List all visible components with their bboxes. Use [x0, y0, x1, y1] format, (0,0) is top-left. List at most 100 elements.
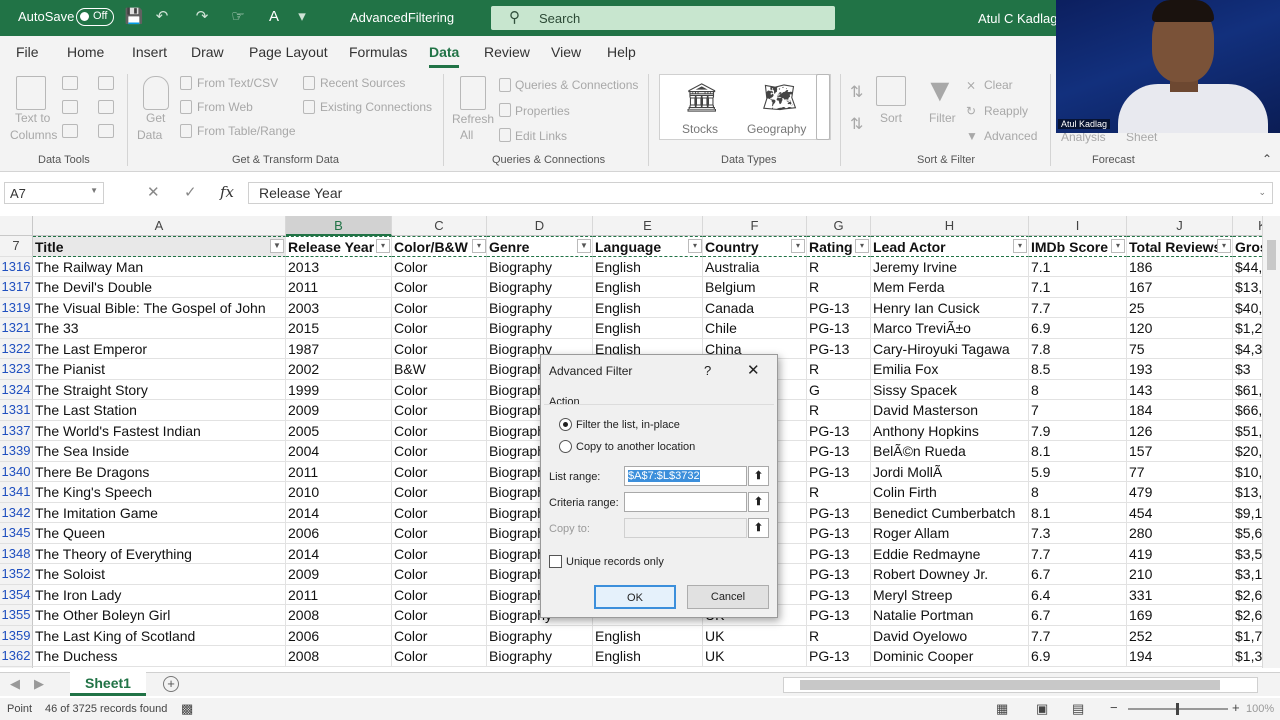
- row-number[interactable]: 7: [0, 236, 33, 257]
- table-cell[interactable]: Dominic Cooper: [871, 646, 1029, 667]
- option-copy-to-location[interactable]: Copy to another location: [576, 441, 695, 453]
- table-cell[interactable]: 2003: [286, 297, 392, 318]
- undo-icon[interactable]: ↶: [152, 7, 172, 27]
- tab-view[interactable]: View: [551, 44, 581, 60]
- table-cell[interactable]: 126: [1127, 420, 1233, 441]
- column-header-e[interactable]: E: [593, 216, 703, 236]
- unique-records-checkbox[interactable]: [549, 555, 562, 568]
- radio-copy-to-location[interactable]: [559, 440, 572, 453]
- table-cell[interactable]: Color: [392, 502, 487, 523]
- cancel-icon[interactable]: ✕: [147, 183, 160, 201]
- filter-dropdown-icon[interactable]: ▾: [1217, 239, 1231, 253]
- table-cell[interactable]: The Duchess: [33, 646, 286, 667]
- edit-links-button[interactable]: Edit Links: [515, 129, 567, 143]
- table-cell[interactable]: The World's Fastest Indian: [33, 420, 286, 441]
- header-cell[interactable]: Language: [593, 236, 703, 257]
- header-cell[interactable]: Title: [33, 236, 286, 257]
- list-range-input[interactable]: $A$7:$L$3732: [624, 466, 747, 486]
- table-cell[interactable]: Color: [392, 482, 487, 503]
- table-cell[interactable]: 75: [1127, 338, 1233, 359]
- table-cell[interactable]: 194: [1127, 646, 1233, 667]
- manage-data-model-icon[interactable]: [98, 124, 114, 138]
- table-cell[interactable]: 2015: [286, 318, 392, 339]
- table-cell[interactable]: 157: [1127, 441, 1233, 462]
- table-cell[interactable]: Emilia Fox: [871, 359, 1029, 380]
- table-cell[interactable]: R: [807, 256, 871, 277]
- cancel-button[interactable]: Cancel: [687, 585, 769, 609]
- clear-button[interactable]: Clear: [984, 78, 1013, 92]
- text-to-columns-label-2[interactable]: Columns: [10, 128, 57, 142]
- table-cell[interactable]: 6.7: [1029, 605, 1127, 626]
- autosave-toggle[interactable]: Off: [76, 8, 114, 26]
- row-number[interactable]: 1348: [0, 543, 33, 564]
- table-cell[interactable]: Color: [392, 379, 487, 400]
- table-cell[interactable]: 7.1: [1029, 277, 1127, 298]
- search-box[interactable]: ⚲ Search: [491, 6, 835, 30]
- table-cell[interactable]: PG-13: [807, 338, 871, 359]
- table-cell[interactable]: English: [593, 297, 703, 318]
- filter-dropdown-icon[interactable]: ▾: [688, 239, 702, 253]
- filter-dropdown-icon[interactable]: ▾: [376, 239, 390, 253]
- tab-insert[interactable]: Insert: [132, 44, 167, 60]
- filter-active-icon[interactable]: ▼: [577, 239, 591, 253]
- remove-duplicates-icon[interactable]: [62, 100, 78, 114]
- insert-function-icon[interactable]: fx: [220, 183, 234, 201]
- tab-review[interactable]: Review: [484, 44, 530, 60]
- table-cell[interactable]: PG-13: [807, 564, 871, 585]
- table-cell[interactable]: 186: [1127, 256, 1233, 277]
- table-cell[interactable]: 6.7: [1029, 564, 1127, 585]
- table-cell[interactable]: The 33: [33, 318, 286, 339]
- touch-mode-icon[interactable]: ☞: [228, 7, 248, 27]
- row-number[interactable]: 1340: [0, 461, 33, 482]
- table-cell[interactable]: Colin Firth: [871, 482, 1029, 503]
- column-header-f[interactable]: F: [703, 216, 807, 236]
- zoom-in-icon[interactable]: +: [1232, 700, 1240, 715]
- column-header-h[interactable]: H: [871, 216, 1029, 236]
- tab-file[interactable]: File: [16, 44, 39, 60]
- page-break-view-icon[interactable]: ▤: [1072, 701, 1084, 717]
- table-cell[interactable]: 8.1: [1029, 441, 1127, 462]
- scrollbar-thumb[interactable]: [1267, 240, 1276, 270]
- table-cell[interactable]: English: [593, 318, 703, 339]
- table-cell[interactable]: 2011: [286, 461, 392, 482]
- sort-button[interactable]: Sort: [880, 111, 902, 125]
- tab-draw[interactable]: Draw: [191, 44, 224, 60]
- tab-page-layout[interactable]: Page Layout: [249, 44, 328, 60]
- page-layout-view-icon[interactable]: ▣: [1036, 701, 1048, 717]
- table-cell[interactable]: The Imitation Game: [33, 502, 286, 523]
- table-cell[interactable]: B&W: [392, 359, 487, 380]
- sort-az-icon[interactable]: ⇅: [850, 82, 863, 102]
- table-cell[interactable]: Color: [392, 523, 487, 544]
- table-cell[interactable]: R: [807, 625, 871, 646]
- table-cell[interactable]: 331: [1127, 584, 1233, 605]
- refresh-all-label-2[interactable]: All: [460, 128, 473, 142]
- tab-home[interactable]: Home: [67, 44, 104, 60]
- table-cell[interactable]: The Last King of Scotland: [33, 625, 286, 646]
- table-cell[interactable]: 1999: [286, 379, 392, 400]
- table-cell[interactable]: Color: [392, 297, 487, 318]
- table-cell[interactable]: Color: [392, 564, 487, 585]
- table-cell[interactable]: 193: [1127, 359, 1233, 380]
- gallery-scroll-icon[interactable]: [816, 74, 830, 140]
- table-cell[interactable]: Jordi MollÃ: [871, 461, 1029, 482]
- table-cell[interactable]: 479: [1127, 482, 1233, 503]
- add-sheet-icon[interactable]: +: [163, 676, 179, 692]
- copy-to-input[interactable]: [624, 518, 747, 538]
- table-cell[interactable]: PG-13: [807, 584, 871, 605]
- table-cell[interactable]: 6.4: [1029, 584, 1127, 605]
- table-cell[interactable]: 419: [1127, 543, 1233, 564]
- table-cell[interactable]: The Devil's Double: [33, 277, 286, 298]
- table-cell[interactable]: 5.9: [1029, 461, 1127, 482]
- filter-button[interactable]: Filter: [929, 111, 956, 125]
- consolidate-icon[interactable]: [98, 76, 114, 90]
- table-cell[interactable]: Henry Ian Cusick: [871, 297, 1029, 318]
- from-web-button[interactable]: From Web: [197, 100, 253, 114]
- filter-active-icon[interactable]: ▼: [270, 239, 284, 253]
- table-cell[interactable]: The Iron Lady: [33, 584, 286, 605]
- table-cell[interactable]: PG-13: [807, 543, 871, 564]
- table-cell[interactable]: The Other Boleyn Girl: [33, 605, 286, 626]
- recent-sources-button[interactable]: Recent Sources: [320, 76, 405, 90]
- table-cell[interactable]: 7.3: [1029, 523, 1127, 544]
- row-number[interactable]: 1362: [0, 646, 33, 667]
- radio-filter-in-place[interactable]: [559, 418, 572, 431]
